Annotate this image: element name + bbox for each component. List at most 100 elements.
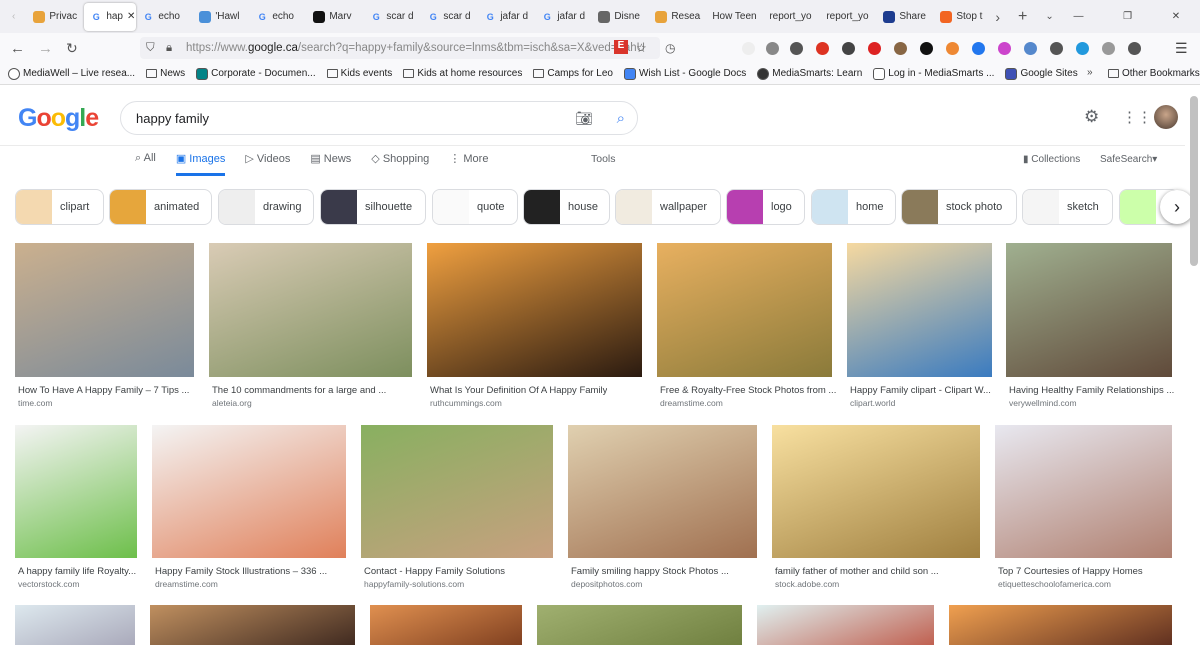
image-result-thumbnail[interactable]: [427, 243, 642, 377]
tools-button[interactable]: Tools: [591, 153, 616, 165]
extension-m-icon[interactable]: [790, 41, 803, 55]
image-result-thumbnail[interactable]: [757, 605, 934, 645]
tab-news[interactable]: ▤ News: [310, 152, 351, 176]
result-source[interactable]: vectorstock.com: [18, 579, 79, 589]
bookmark-item[interactable]: Corporate - Documen...: [196, 67, 316, 80]
browser-tab[interactable]: Marv: [307, 3, 364, 31]
browser-tab[interactable]: Disne: [592, 3, 649, 31]
browser-tab[interactable]: Gecho: [250, 3, 307, 31]
image-result-thumbnail[interactable]: [772, 425, 980, 558]
chip-house[interactable]: house: [523, 189, 610, 225]
image-result-thumbnail[interactable]: [150, 605, 355, 645]
chip-quote[interactable]: quote: [432, 189, 518, 225]
image-result-thumbnail[interactable]: [15, 243, 194, 377]
tab-more[interactable]: ⋮ More: [449, 152, 488, 176]
extension-shield-icon[interactable]: [1076, 41, 1089, 55]
apps-grid-icon[interactable]: ⋮⋮: [1122, 108, 1152, 126]
avatar[interactable]: [1154, 105, 1178, 129]
result-source[interactable]: aleteia.org: [212, 398, 252, 408]
bookmark-star-icon[interactable]: ☆: [636, 41, 647, 55]
result-source[interactable]: time.com: [18, 398, 52, 408]
result-title[interactable]: Free & Royalty-Free Stock Photos from ..…: [660, 385, 836, 396]
chip-stock-photo[interactable]: stock photo: [901, 189, 1017, 225]
browser-tab[interactable]: Gecho: [136, 3, 193, 31]
bookmark-item[interactable]: Google Sites: [1005, 67, 1078, 80]
image-result-thumbnail[interactable]: [15, 425, 137, 558]
chip-home[interactable]: home: [811, 189, 896, 225]
tab-all[interactable]: ⌕ All: [135, 152, 156, 176]
minimize-icon[interactable]: —: [1074, 11, 1084, 22]
browser-tab[interactable]: Stop t: [934, 3, 991, 31]
result-source[interactable]: dreamstime.com: [155, 579, 218, 589]
bookmark-item[interactable]: Camps for Leo: [533, 68, 613, 79]
extension-icon[interactable]: [972, 41, 985, 55]
more-bookmarks-icon[interactable]: »: [1087, 67, 1093, 78]
image-result-thumbnail[interactable]: [537, 605, 742, 645]
chip-logo[interactable]: logo: [726, 189, 805, 225]
result-title[interactable]: Having Healthy Family Relationships ...: [1009, 385, 1174, 396]
chip-sketch[interactable]: sketch: [1022, 189, 1113, 225]
image-result-thumbnail[interactable]: [1006, 243, 1172, 377]
extension-icon[interactable]: [1102, 41, 1115, 55]
browser-tab[interactable]: report_yo: [820, 3, 877, 31]
new-tab-icon[interactable]: +: [1018, 8, 1027, 26]
result-title[interactable]: Contact - Happy Family Solutions: [364, 566, 505, 577]
tab-images[interactable]: ▣ Images: [175, 152, 226, 176]
browser-tab[interactable]: Gscar d: [364, 3, 421, 31]
reload-icon[interactable]: ↻: [66, 40, 78, 57]
extension-icon[interactable]: [842, 41, 855, 55]
shield-icon[interactable]: ⛉: [146, 42, 155, 55]
result-source[interactable]: clipart.world: [850, 398, 895, 408]
tab-list-icon[interactable]: ⌄: [1045, 11, 1053, 22]
search-input[interactable]: happy family: [136, 111, 209, 126]
chip-animated[interactable]: animated: [109, 189, 212, 225]
result-title[interactable]: Family smiling happy Stock Photos ...: [571, 566, 729, 577]
browser-tab[interactable]: Gjafar d: [535, 3, 592, 31]
menu-icon[interactable]: ☰: [1175, 40, 1188, 57]
extension-icon[interactable]: [998, 41, 1011, 55]
bookmark-item[interactable]: Kids at home resources: [403, 68, 522, 79]
result-title[interactable]: The 10 commandments for a large and ...: [212, 385, 386, 396]
image-result-thumbnail[interactable]: [995, 425, 1172, 558]
bookmark-item[interactable]: News: [146, 68, 185, 79]
search-box[interactable]: happy family 📷︎ ⌕: [120, 101, 638, 135]
settings-gear-icon[interactable]: ⚙: [1084, 107, 1099, 127]
browser-tab[interactable]: Privac: [27, 3, 84, 31]
extension-icon[interactable]: [920, 41, 933, 55]
search-icon[interactable]: ⌕: [617, 110, 625, 127]
extension-d-icon[interactable]: [816, 41, 829, 55]
extension-flag-icon[interactable]: [1128, 41, 1141, 55]
result-title[interactable]: A happy family life Royalty...: [18, 566, 136, 577]
chips-next-icon[interactable]: ›: [1160, 190, 1194, 224]
bookmark-item[interactable]: Wish List - Google Docs: [623, 67, 746, 80]
browser-tab[interactable]: 'Hawl: [193, 3, 250, 31]
extension-icon[interactable]: [946, 41, 959, 55]
close-tab-icon[interactable]: ✕: [127, 11, 135, 22]
browser-tab[interactable]: Ghap ✕: [84, 2, 137, 31]
tab-videos[interactable]: ▷ Videos: [245, 152, 290, 176]
back-icon[interactable]: ←: [10, 40, 25, 57]
image-result-thumbnail[interactable]: [152, 425, 346, 558]
bookmark-item[interactable]: MediaSmarts: Learn: [757, 67, 862, 80]
scrollbar[interactable]: [1190, 96, 1198, 266]
collections-button[interactable]: ▮ Collections: [1023, 154, 1080, 165]
extension-icon[interactable]: [868, 41, 881, 55]
url-bar[interactable]: ⛉ 🔒︎ https://www.google.ca/search?q=happ…: [140, 37, 660, 59]
download-icon[interactable]: [766, 41, 779, 55]
result-source[interactable]: verywellmind.com: [1009, 398, 1077, 408]
library-icon[interactable]: [1050, 41, 1063, 55]
restore-icon[interactable]: ❐: [1123, 11, 1132, 22]
image-result-thumbnail[interactable]: [361, 425, 553, 558]
result-source[interactable]: ruthcummings.com: [430, 398, 502, 408]
extension-e-icon[interactable]: E: [614, 40, 628, 54]
pocket-icon[interactable]: [742, 41, 755, 55]
image-result-thumbnail[interactable]: [657, 243, 832, 377]
browser-tab[interactable]: report_yo: [763, 3, 820, 31]
result-source[interactable]: stock.adobe.com: [775, 579, 839, 589]
result-title[interactable]: Top 7 Courtesies of Happy Homes: [998, 566, 1143, 577]
tab-scroll-left-icon[interactable]: ‹: [0, 11, 27, 22]
image-result-thumbnail[interactable]: [370, 605, 522, 645]
safesearch-button[interactable]: SafeSearch▾: [1100, 154, 1157, 165]
image-result-thumbnail[interactable]: [949, 605, 1172, 645]
chip-drawing[interactable]: drawing: [218, 189, 314, 225]
